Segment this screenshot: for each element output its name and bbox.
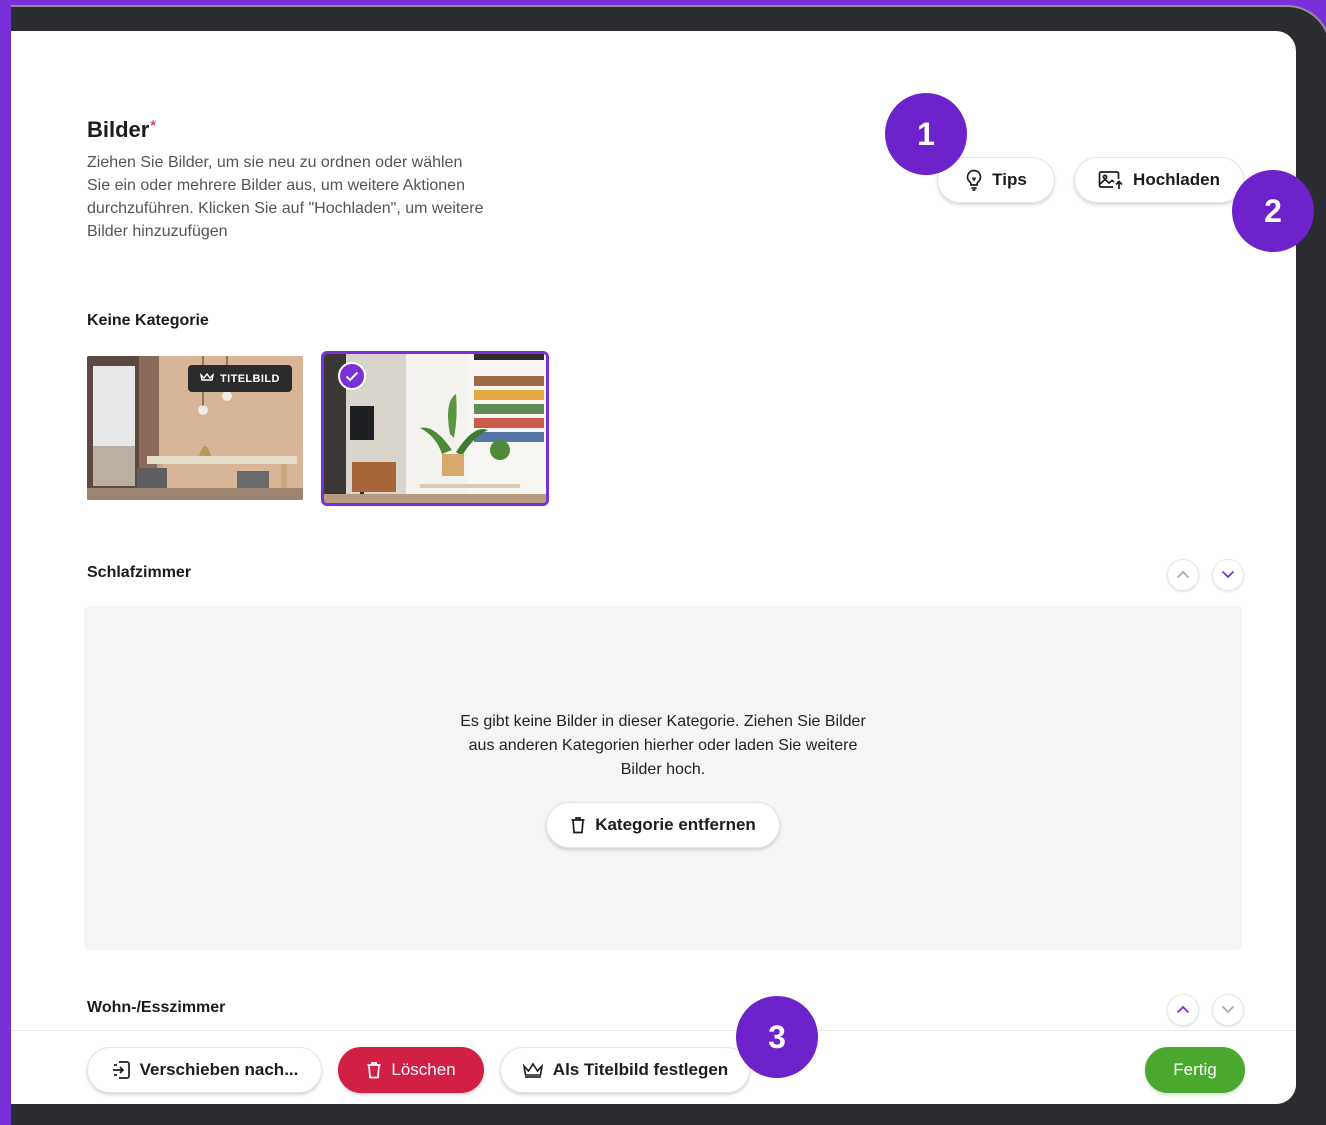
move-to-icon bbox=[111, 1060, 131, 1080]
chevron-down-icon bbox=[1221, 1001, 1235, 1019]
trash-icon bbox=[366, 1061, 382, 1079]
image-upload-icon bbox=[1098, 170, 1124, 190]
bottom-action-bar: Verschieben nach... Löschen Als Titelbil… bbox=[11, 1030, 1296, 1104]
set-cover-label: Als Titelbild festlegen bbox=[552, 1060, 729, 1079]
chevron-up-icon bbox=[1176, 1001, 1190, 1019]
page-title: Bilder* bbox=[87, 117, 156, 143]
move-category-down-button[interactable] bbox=[1212, 994, 1244, 1026]
chevron-up-icon bbox=[1176, 566, 1190, 584]
upload-button[interactable]: Hochladen bbox=[1074, 157, 1244, 203]
remove-category-button[interactable]: Kategorie entfernen bbox=[546, 802, 780, 848]
upload-label: Hochladen bbox=[1133, 170, 1220, 189]
tips-label: Tips bbox=[992, 170, 1027, 189]
crown-icon bbox=[522, 1062, 544, 1078]
remove-category-label: Kategorie entfernen bbox=[595, 815, 756, 834]
image-thumbnail-selected[interactable] bbox=[321, 351, 549, 506]
crown-icon bbox=[199, 372, 215, 385]
move-category-up-button[interactable] bbox=[1167, 559, 1199, 591]
move-to-button[interactable]: Verschieben nach... bbox=[87, 1047, 322, 1093]
required-mark: * bbox=[150, 117, 156, 133]
image-thumbnail[interactable]: TITELBILD bbox=[87, 356, 303, 500]
page-description: Ziehen Sie Bilder, um sie neu zu ordnen … bbox=[87, 154, 484, 240]
callout-marker-2: 2 bbox=[1232, 170, 1314, 252]
done-button[interactable]: Fertig bbox=[1145, 1047, 1245, 1093]
page-title-text: Bilder bbox=[87, 117, 150, 142]
image-manager-panel: Bilder* Ziehen Sie Bilder, um sie neu zu… bbox=[11, 31, 1296, 1104]
empty-category-message: Es gibt keine Bilder in dieser Kategorie… bbox=[460, 713, 866, 778]
set-cover-button[interactable]: Als Titelbild festlegen bbox=[500, 1047, 750, 1093]
cover-badge-label: TITELBILD bbox=[220, 372, 280, 385]
callout-marker-1: 1 bbox=[885, 93, 967, 175]
move-category-up-button[interactable] bbox=[1167, 994, 1199, 1026]
category-dropzone[interactable]: Es gibt keine Bilder in dieser Kategorie… bbox=[84, 606, 1242, 950]
done-label: Fertig bbox=[1173, 1060, 1217, 1079]
lightbulb-icon bbox=[965, 169, 983, 191]
tips-button[interactable]: Tips bbox=[937, 157, 1055, 203]
category-title-none: Keine Kategorie bbox=[87, 312, 209, 329]
move-category-down-button[interactable] bbox=[1212, 559, 1244, 591]
delete-button[interactable]: Löschen bbox=[338, 1047, 484, 1093]
move-to-label: Verschieben nach... bbox=[139, 1060, 299, 1079]
callout-marker-3: 3 bbox=[736, 996, 818, 1078]
trash-icon bbox=[570, 816, 586, 834]
chevron-down-icon bbox=[1221, 566, 1235, 584]
category-title-wohn-esszimmer: Wohn-/Esszimmer bbox=[87, 999, 226, 1016]
category-title-schlafzimmer: Schlafzimmer bbox=[87, 564, 192, 581]
delete-label: Löschen bbox=[391, 1060, 456, 1079]
selected-check-icon[interactable] bbox=[338, 362, 366, 390]
cover-image-badge: TITELBILD bbox=[188, 365, 292, 392]
